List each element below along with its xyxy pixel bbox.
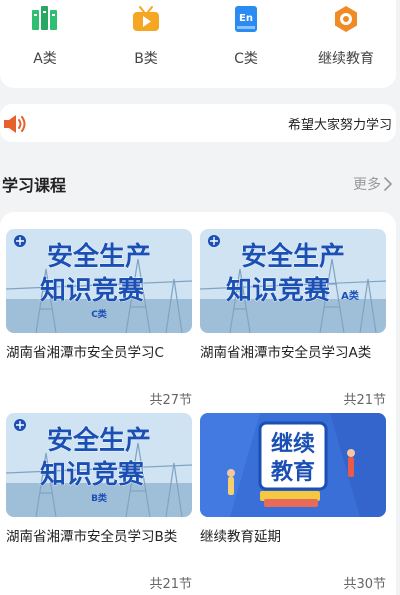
banner-line1: 安全生产 [241, 241, 345, 272]
course-card[interactable]: 继续 教育 继续教育延期 共30节 [200, 413, 386, 592]
education-badge-icon [331, 4, 361, 34]
notice-text: 希望大家努力学习 [287, 118, 392, 133]
course-thumbnail: 安全生产 知识竞赛 A类 [200, 229, 386, 333]
course-title: 湖南省湘潭市安全员学习A类 [200, 345, 372, 361]
category-b[interactable]: B类 [110, 4, 182, 74]
lesson-count: 共27节 [149, 393, 192, 408]
course-thumbnail: 继续 教育 [200, 413, 386, 517]
banner-tag: C类 [91, 308, 108, 320]
banner-tag: A类 [341, 289, 359, 302]
banner-line2: 知识竞赛 [40, 275, 145, 306]
banner-line2: 知识竞赛 [226, 275, 331, 306]
course-grid: 安全生产 知识竞赛 C类 湖南省湘潭市安全员学习C 共27节 安全生产 知识竞赛… [0, 212, 396, 595]
banner-line2: 知识竞赛 [40, 459, 145, 490]
course-title: 继续教育延期 [200, 529, 281, 545]
category-c[interactable]: En C类 [210, 4, 282, 74]
course-card[interactable]: 安全生产 知识竞赛 B类 湖南省湘潭市安全员学习B类 共21节 [6, 413, 192, 592]
category-label: 继续教育 [318, 51, 374, 67]
more-link[interactable]: 更多 [353, 174, 392, 194]
more-label: 更多 [353, 177, 381, 193]
chevron-right-icon [384, 177, 392, 191]
course-thumbnail: 安全生产 知识竞赛 B类 [6, 413, 192, 517]
course-card[interactable]: 安全生产 知识竞赛 A类 湖南省湘潭市安全员学习A类 共21节 [200, 229, 386, 408]
category-continuing-education[interactable]: 继续教育 [310, 4, 382, 74]
category-card: A类 B类 En C类 继续教育 [0, 0, 396, 88]
section-title: 学习课程 [2, 176, 67, 195]
banner-line1: 安全生产 [47, 241, 151, 272]
category-label: B类 [134, 51, 158, 67]
banner-line2: 教育 [271, 459, 315, 485]
course-card[interactable]: 安全生产 知识竞赛 C类 湖南省湘潭市安全员学习C 共27节 [6, 229, 192, 408]
notice-bar[interactable]: 希望大家努力学习 [0, 104, 396, 142]
category-label: C类 [234, 51, 258, 67]
banner-line1: 继续 [271, 431, 315, 457]
course-title: 湖南省湘潭市安全员学习B类 [6, 529, 178, 545]
speaker-icon [2, 113, 28, 135]
category-label: A类 [33, 51, 57, 67]
video-play-icon [131, 4, 161, 34]
svg-text:En: En [239, 13, 253, 24]
banner-tag: B类 [91, 492, 108, 504]
lesson-count: 共30节 [343, 577, 386, 592]
lesson-count: 共21节 [149, 577, 192, 592]
course-title: 湖南省湘潭市安全员学习C [6, 345, 164, 361]
books-icon [30, 4, 60, 34]
category-a[interactable]: A类 [9, 4, 81, 74]
course-thumbnail: 安全生产 知识竞赛 C类 [6, 229, 192, 333]
banner-line1: 安全生产 [47, 425, 151, 456]
english-book-icon: En [231, 4, 261, 34]
lesson-count: 共21节 [343, 393, 386, 408]
